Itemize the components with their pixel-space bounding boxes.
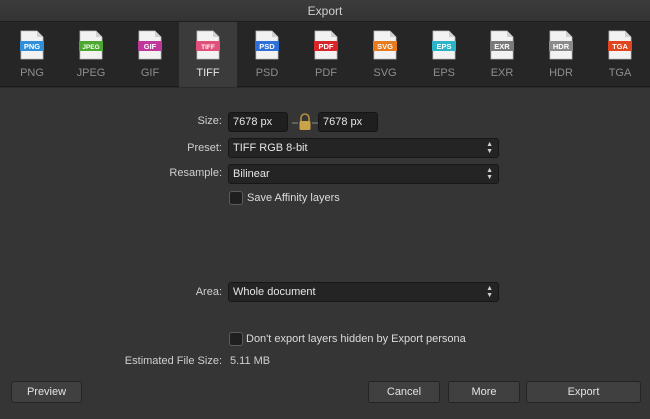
format-tab-eps[interactable]: EPS EPS [415,22,473,87]
updown-chevron-icon: ▲ ▼ [486,285,493,299]
width-field[interactable]: 7678 px [228,112,288,132]
preset-label: Preset: [187,142,222,154]
format-tab-hdr[interactable]: HDR HDR [532,22,590,87]
window-title: Export [307,4,343,18]
format-tab-label: PNG [20,67,44,79]
format-toolbar: PNG PNG JPEG JPEG GIF GIF TIFF TIFF PSD PSD PDF PDF… [0,22,650,87]
format-tab-label: GIF [140,67,160,79]
save-affinity-layers-label: Save Affinity layers [247,192,340,204]
resample-value: Bilinear [233,168,270,180]
file-badge-text: PSD [259,42,275,51]
file-badge-text: PNG [24,42,40,51]
format-tab-tga[interactable]: TGA TGA [591,22,649,87]
file-badge-text: GIF [144,42,157,51]
format-tab-tiff[interactable]: TIFF TIFF [179,22,237,87]
format-tab-svg[interactable]: SVG SVG [356,22,414,87]
area-label: Area: [195,286,222,298]
file-badge-text: PDF [319,42,334,51]
aspect-lock-icon[interactable] [292,113,318,131]
format-tab-gif[interactable]: GIF GIF [121,22,179,87]
format-tab-label: PSD [255,67,279,79]
format-tab-exr[interactable]: EXR EXR [473,22,531,87]
size-label: Size: [197,115,222,127]
file-psd-icon: PSD [255,30,279,60]
file-badge-text: JPEG [82,44,99,51]
file-badge-text: TGA [612,42,628,51]
resample-select[interactable]: Bilinear ▲ ▼ [228,164,499,184]
file-badge-text: EXR [494,42,510,51]
file-badge-text: TIFF [201,44,215,51]
format-tab-label: HDR [549,67,573,79]
preset-value: TIFF RGB 8-bit [233,142,308,154]
format-tab-label: JPEG [76,67,106,79]
format-tab-label: TGA [608,67,632,79]
estimated-file-size-label: Estimated File Size: [124,355,222,367]
height-field[interactable]: 7678 px [318,112,378,132]
file-pdf-icon: PDF [314,30,338,60]
format-tab-jpeg[interactable]: JPEG JPEG [62,22,120,87]
file-png-icon: PNG [20,30,44,60]
file-exr-icon: EXR [490,30,514,60]
file-gif-icon: GIF [138,30,162,60]
format-tab-label: PDF [315,67,337,79]
area-value: Whole document [233,286,316,298]
hidden-layers-checkbox[interactable] [229,332,243,346]
window-title-bar: Export [0,0,650,22]
updown-chevron-icon: ▲ ▼ [486,167,493,181]
save-affinity-layers-checkbox[interactable] [229,191,243,205]
updown-chevron-icon: ▲ ▼ [486,141,493,155]
more-button[interactable]: More [448,381,520,403]
cancel-button[interactable]: Cancel [368,381,440,403]
file-badge-text: SVG [377,42,393,51]
format-tab-png[interactable]: PNG PNG [3,22,61,87]
file-jpeg-icon: JPEG [79,30,103,60]
file-svg-icon: SVG [373,30,397,60]
file-tiff-icon: TIFF [196,30,220,60]
export-button[interactable]: Export [526,381,641,403]
file-badge-text: HDR [553,42,570,51]
format-tab-label: EPS [432,67,455,79]
format-tab-label: TIFF [196,67,220,79]
file-tga-icon: TGA [608,30,632,60]
format-tab-pdf[interactable]: PDF PDF [297,22,355,87]
preset-select[interactable]: TIFF RGB 8-bit ▲ ▼ [228,138,499,158]
hidden-layers-label: Don't export layers hidden by Export per… [246,333,466,345]
file-eps-icon: EPS [432,30,456,60]
preview-button[interactable]: Preview [11,381,82,403]
format-tab-label: SVG [373,67,397,79]
resample-label: Resample: [169,167,222,179]
format-tab-psd[interactable]: PSD PSD [238,22,296,87]
file-badge-text: EPS [436,42,451,51]
estimated-file-size-value: 5.11 MB [230,355,271,367]
file-hdr-icon: HDR [549,30,573,60]
area-select[interactable]: Whole document ▲ ▼ [228,282,499,302]
format-tab-label: EXR [490,67,514,79]
